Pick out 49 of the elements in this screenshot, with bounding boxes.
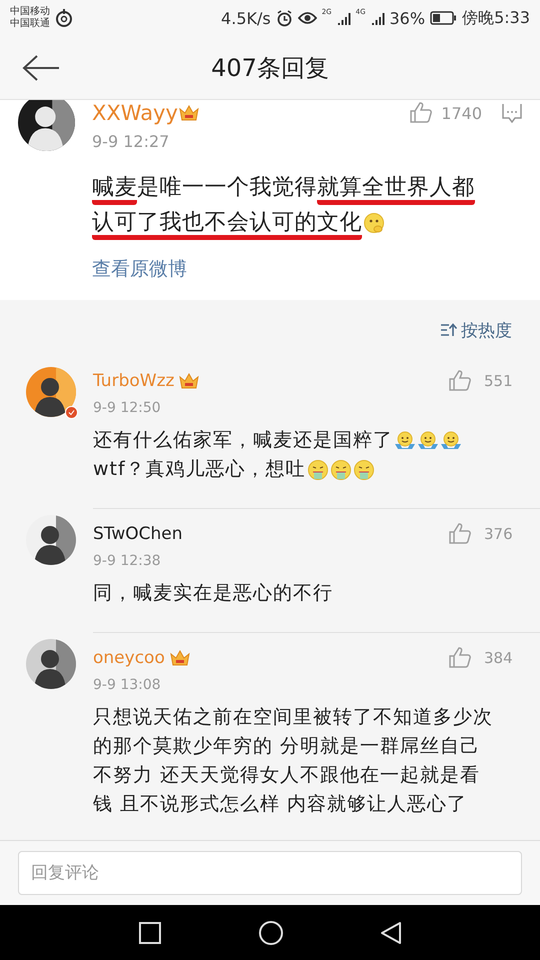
- comment-time: 9-9 13:08: [93, 676, 162, 695]
- battery-percent: 36%: [390, 8, 426, 28]
- clock: 傍晚5:33: [462, 8, 530, 28]
- view-original-link[interactable]: 查看原微博: [92, 254, 187, 284]
- sort-button[interactable]: 按热度: [440, 318, 512, 342]
- like-count: 1740: [441, 104, 482, 122]
- like-count: 376: [484, 525, 514, 543]
- network-icon: [55, 9, 73, 27]
- alarm-icon: [276, 10, 293, 26]
- network-speed: 4.5K/s: [221, 8, 271, 28]
- comment-text: 同，喊麦实在是恶心的不行: [93, 582, 333, 604]
- crown-icon: [168, 648, 191, 668]
- battery-icon: [430, 11, 458, 25]
- comment-text: 还有什么佑家军，喊麦还是国粹了: [93, 429, 393, 451]
- signal-icon: [370, 11, 384, 25]
- comment-text: 钱 且不说形式怎么样 内容就够让人恶心了: [93, 793, 468, 815]
- back-icon[interactable]: [22, 54, 60, 82]
- reply-input[interactable]: 回复评论: [18, 851, 522, 895]
- like-count: 384: [484, 649, 514, 667]
- comment-time: 9-9 12:50: [93, 399, 162, 418]
- carrier-name: 中国联通: [10, 18, 50, 30]
- back-triangle-icon[interactable]: [380, 920, 402, 944]
- sort-icon: [440, 323, 458, 337]
- like-count: 551: [484, 372, 514, 390]
- user-name[interactable]: XXWayy: [92, 101, 178, 125]
- page-title: 407条回复: [211, 54, 329, 82]
- post-text: 喊麦是唯一一个我觉得就算全世界人都: [92, 175, 474, 205]
- thumbs-up-icon[interactable]: [409, 101, 434, 125]
- carrier-name: 中国移动: [10, 6, 50, 18]
- thumbs-up-icon[interactable]: [448, 369, 472, 393]
- comment-icon[interactable]: [502, 103, 522, 123]
- comment-time: 9-9 12:38: [93, 552, 162, 571]
- crown-icon: [178, 371, 200, 391]
- thumbs-up-icon[interactable]: [448, 522, 472, 546]
- signal-icon: [336, 11, 351, 25]
- comment-text: 的那个莫欺少年穷的 分明就是一群屌丝自己: [93, 735, 480, 757]
- comment-text: wtf？真鸡儿恶心，想吐: [93, 458, 306, 480]
- circle-icon[interactable]: [258, 920, 284, 946]
- square-icon[interactable]: [138, 920, 162, 944]
- thumbs-up-icon[interactable]: [448, 646, 472, 670]
- post-time: 9-9 12:27: [92, 131, 170, 153]
- comment-text: 不努力 还天天觉得女人不跟他在一起就是看: [93, 764, 480, 786]
- crown-icon: [178, 103, 200, 123]
- user-name[interactable]: TurboWzz: [93, 371, 174, 391]
- user-name[interactable]: STwOChen: [93, 524, 183, 544]
- user-name[interactable]: oneycoo: [93, 648, 165, 668]
- post-text: 认可了我也不会认可的文化: [92, 210, 362, 240]
- eye-icon: [298, 11, 317, 25]
- comment-text: 只想说天佑之前在空间里被转了不知道多少次: [93, 706, 493, 728]
